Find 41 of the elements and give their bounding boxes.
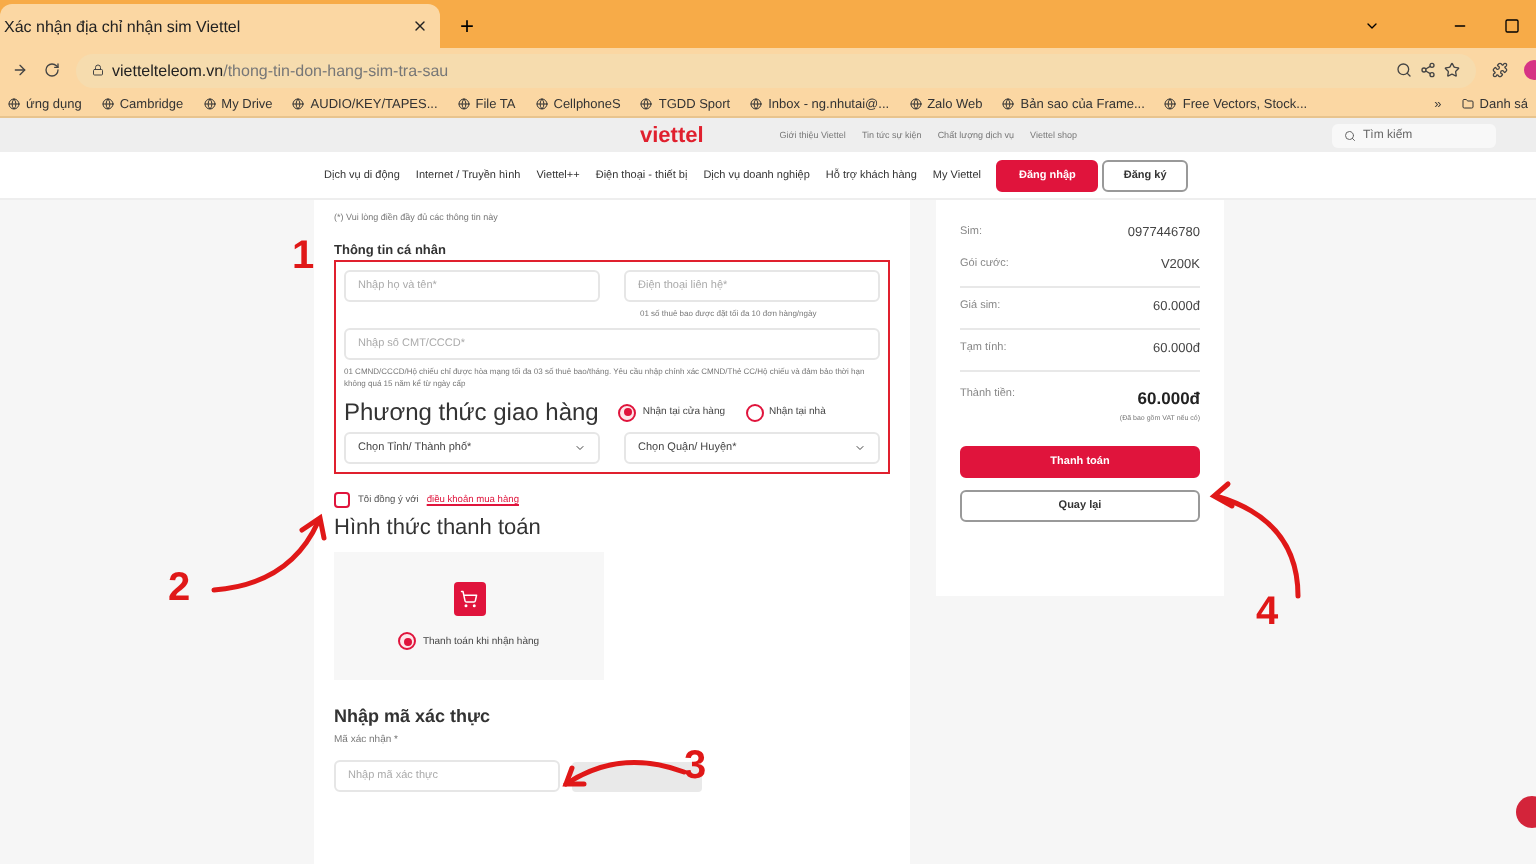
step-number: 1: [292, 236, 315, 276]
captcha-title: Nhập mã xác thực: [334, 706, 493, 727]
curved-arrow: [210, 514, 326, 594]
globe-icon: [909, 98, 922, 110]
chevron-down-icon: [574, 442, 586, 455]
step-number: 4: [1256, 592, 1279, 632]
payment-title: Hình thức thanh toán: [334, 516, 543, 541]
search-icon: [1344, 129, 1357, 141]
globe-icon: [457, 98, 470, 110]
globe-icon: [203, 98, 216, 110]
browser-tab[interactable]: Xác nhận địa chỉ nhận sim Viettel: [0, 4, 440, 48]
globe-icon: [8, 98, 20, 110]
globe-icon: [292, 98, 305, 110]
reload-icon[interactable]: [44, 62, 60, 78]
total-value: 60.000đ: [1137, 388, 1200, 408]
new-tab-button[interactable]: +: [460, 12, 475, 40]
globe-icon: [1164, 98, 1177, 110]
globe-icon: [750, 98, 763, 110]
zoom-icon[interactable]: [1396, 62, 1412, 78]
maximize-icon[interactable]: [1504, 18, 1520, 34]
folder-icon: [1461, 98, 1474, 110]
lock-icon: [92, 64, 104, 76]
globe-icon: [535, 98, 548, 110]
chevron-down-icon[interactable]: [1364, 18, 1380, 34]
globe-icon: [1002, 98, 1015, 110]
step-number: 2: [168, 568, 191, 608]
chevron-down-icon: [854, 442, 866, 455]
globe-icon: [101, 98, 114, 110]
curved-arrow: [560, 756, 688, 792]
cart-icon: [453, 582, 485, 617]
close-icon[interactable]: [412, 18, 428, 34]
star-icon[interactable]: [1444, 62, 1460, 78]
extensions-icon[interactable]: [1492, 62, 1508, 78]
forward-icon[interactable]: [12, 62, 28, 78]
viettel-logo[interactable]: viettel: [640, 123, 704, 147]
delivery-title: Phương thức giao hàng: [344, 398, 599, 427]
address-bar[interactable]: viettelteleom.vn/thong-tin-don-hang-sim-tra-sau: [76, 53, 1476, 87]
globe-icon: [640, 98, 653, 110]
step-number: 3: [684, 746, 707, 786]
share-icon[interactable]: [1420, 62, 1436, 78]
agree-checkbox[interactable]: [334, 492, 350, 509]
